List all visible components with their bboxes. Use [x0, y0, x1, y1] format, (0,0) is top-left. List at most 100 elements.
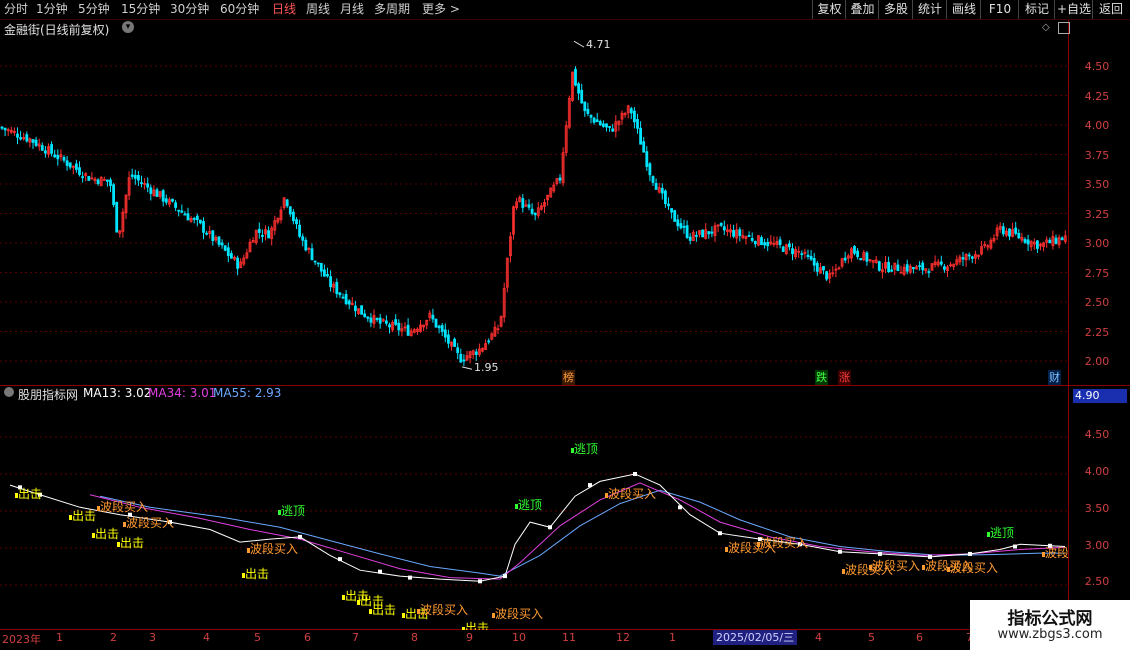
candle-body — [679, 223, 683, 229]
period-60min[interactable]: 60分钟 — [220, 1, 259, 18]
escape-signal: 逃顶 — [281, 504, 305, 518]
kline-chart[interactable]: 逃顶逃顶逃顶逃顶出击出击出击出击出击出击出击出击出击出击波段买入波段买入波段买入… — [0, 20, 1068, 630]
candle-body — [595, 119, 599, 123]
price-tick: 4.50 — [1084, 60, 1110, 73]
candle-body — [812, 257, 816, 266]
candle-body — [456, 347, 460, 354]
band-buy-signal: 波段买入 — [126, 515, 174, 530]
candle-body — [326, 273, 329, 277]
candle-body — [608, 126, 611, 128]
indicator-tick: 4.50 — [1084, 428, 1110, 441]
period-daily[interactable]: 日线 — [272, 1, 296, 18]
ma13-marker — [408, 575, 412, 580]
date-month: 6 — [916, 631, 923, 644]
strike-signal-tick — [69, 515, 72, 520]
draw-button[interactable]: 画线 — [946, 0, 981, 19]
ma55-line — [99, 489, 1065, 577]
date-month: 11 — [562, 631, 576, 644]
candle-body — [375, 317, 379, 320]
period-weekly[interactable]: 周线 — [306, 1, 330, 18]
period-1min[interactable]: 1分钟 — [36, 1, 68, 18]
low-pointer — [461, 366, 473, 370]
candle-body — [533, 212, 537, 216]
period-toolbar: 分时 1分钟 5分钟 15分钟 30分钟 60分钟 日线 周线 月线 多周期 更… — [0, 0, 1130, 20]
candle-body — [322, 269, 326, 277]
candle-body — [310, 248, 314, 261]
band-buy-signal: 波段买入 — [760, 535, 808, 550]
candle-body — [766, 241, 770, 247]
event-ranking-icon[interactable]: 榜 — [562, 370, 575, 385]
candle-body — [809, 255, 813, 260]
price-tick: 2.75 — [1084, 267, 1110, 280]
date-month: 4 — [815, 631, 822, 644]
date-month: 10 — [512, 631, 526, 644]
candle-body — [56, 154, 60, 160]
strike-signal-tick — [462, 627, 465, 630]
f10-button[interactable]: F10 — [980, 0, 1019, 19]
candle-body — [174, 202, 178, 208]
candle-body — [778, 239, 782, 246]
candle-body — [171, 198, 174, 202]
candle-body — [843, 257, 847, 261]
candle-body — [229, 253, 233, 259]
band-buy-signal-tick — [947, 567, 950, 572]
candle-body — [195, 215, 199, 221]
period-5min[interactable]: 5分钟 — [78, 1, 110, 18]
date-month: 1 — [669, 631, 676, 644]
indicator-name[interactable]: 股朋指标网 — [18, 386, 78, 403]
candle-body — [654, 182, 658, 190]
watermark-url: www.zbgs3.com — [997, 627, 1103, 642]
strike-signal: 出击 — [120, 536, 144, 550]
date-month: 5 — [254, 631, 261, 644]
back-button[interactable]: 返回 — [1092, 0, 1129, 19]
mark-button[interactable]: 标记 — [1018, 0, 1055, 19]
price-tick: 3.75 — [1084, 149, 1110, 162]
candle-body — [223, 245, 227, 251]
indicator-menu-icon[interactable] — [4, 387, 14, 397]
period-intraday[interactable]: 分时 — [4, 1, 28, 18]
strike-signal-tick — [369, 609, 372, 614]
period-30min[interactable]: 30分钟 — [170, 1, 209, 18]
candle-body — [558, 177, 562, 181]
candle-body — [636, 119, 639, 129]
candle-body — [667, 203, 670, 207]
candle-body — [288, 206, 292, 215]
band-buy-signal-tick — [869, 565, 872, 570]
event-drop-icon[interactable]: 跌 — [815, 370, 828, 385]
candle-body — [583, 101, 587, 111]
escape-signal-tick — [571, 448, 574, 453]
adjust-button[interactable]: 复权 — [812, 0, 846, 19]
candle-body — [722, 226, 726, 231]
event-finance-icon[interactable]: 财 — [1048, 370, 1061, 385]
candle-body — [530, 208, 534, 214]
period-15min[interactable]: 15分钟 — [121, 1, 160, 18]
period-monthly[interactable]: 月线 — [340, 1, 364, 18]
candle-body — [611, 128, 615, 132]
overlay-button[interactable]: 叠加 — [845, 0, 879, 19]
band-buy-signal-tick — [123, 522, 126, 527]
candle-body — [939, 261, 943, 265]
candle-body — [68, 162, 72, 168]
candle-body — [701, 229, 704, 238]
candle-body — [19, 137, 23, 140]
candle-body — [825, 271, 828, 280]
candle-body — [431, 314, 435, 320]
candle-body — [202, 221, 205, 233]
candle-body — [180, 210, 184, 213]
candle-body — [304, 239, 308, 251]
add-watchlist-button[interactable]: +自选 — [1054, 0, 1093, 19]
candle-body — [685, 225, 689, 238]
event-rise-icon[interactable]: 涨 — [838, 370, 851, 385]
candle-body — [474, 351, 478, 355]
period-multi[interactable]: 多周期 — [374, 1, 410, 18]
multi-stock-button[interactable]: 多股 — [878, 0, 913, 19]
date-month: 8 — [411, 631, 418, 644]
escape-signal: 逃顶 — [574, 442, 598, 456]
stats-button[interactable]: 统计 — [912, 0, 947, 19]
candle-body — [577, 83, 580, 94]
ma55-value: MA55: 2.93 — [213, 386, 282, 400]
period-more[interactable]: 更多 > — [422, 1, 460, 18]
candle-body — [788, 243, 791, 248]
candle-body — [753, 241, 757, 245]
candle-body — [462, 359, 466, 362]
